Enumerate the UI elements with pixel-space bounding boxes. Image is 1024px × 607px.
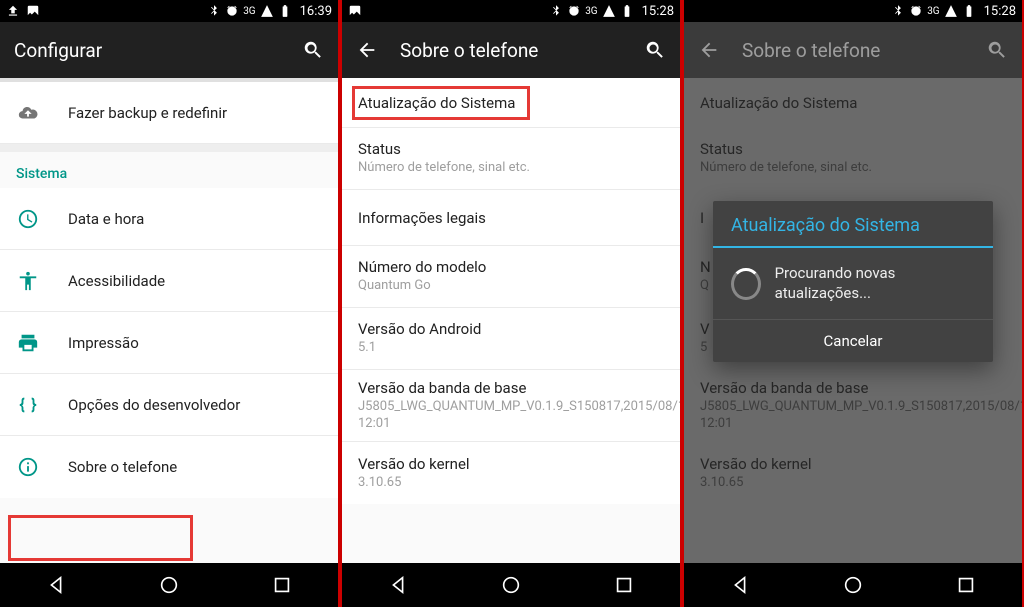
screen-about-phone: 3G 15:28 Sobre o telefone Atualização do… — [342, 0, 680, 607]
battery-icon — [620, 4, 634, 18]
clock-icon — [16, 207, 40, 231]
alarm-icon — [225, 4, 239, 18]
navigation-bar — [342, 563, 680, 607]
bluetooth-icon — [891, 4, 905, 18]
item-label: Acessibilidade — [68, 272, 165, 290]
signal-icon — [944, 4, 958, 18]
page-title: Sobre o telefone — [742, 39, 880, 62]
item-label: Status — [358, 140, 530, 158]
page-title: Sobre o telefone — [400, 39, 538, 62]
item-system-update[interactable]: Atualização do Sistema — [342, 78, 680, 128]
item-date-time[interactable]: Data e hora — [0, 188, 338, 250]
search-icon[interactable] — [302, 39, 324, 61]
bluetooth-icon — [549, 4, 563, 18]
battery-icon — [278, 4, 292, 18]
screen-settings: 3G 16:39 Configurar Fazer backup e redef… — [0, 0, 338, 607]
dialog-message: Procurando novas atualizações... — [775, 264, 975, 303]
image-icon — [26, 4, 40, 18]
clock: 15:28 — [642, 4, 674, 19]
nav-back-icon[interactable] — [368, 574, 428, 596]
status-bar: 3G 16:39 — [0, 0, 338, 22]
info-icon — [16, 455, 40, 479]
item-sublabel: Número de telefone, sinal etc. — [358, 160, 530, 177]
item-accessibility[interactable]: Acessibilidade — [0, 250, 338, 312]
item-label: Versão do Android — [358, 320, 481, 338]
item-android-version[interactable]: Versão do Android 5.1 — [342, 308, 680, 370]
nav-home-icon[interactable] — [139, 574, 199, 596]
cloud-upload-icon — [16, 101, 40, 125]
section-header-system: Sistema — [0, 152, 338, 188]
clock: 15:28 — [984, 4, 1016, 19]
item-sublabel: 5.1 — [358, 340, 481, 357]
back-arrow-icon — [698, 39, 720, 61]
item-status[interactable]: Status Número de telefone, sinal etc. — [342, 128, 680, 190]
printer-icon — [16, 331, 40, 355]
accessibility-icon — [16, 269, 40, 293]
network-3g-icon: 3G — [243, 6, 255, 17]
content-area: Fazer backup e redefinir Sistema Data e … — [0, 78, 338, 563]
app-bar: Sobre o telefone — [342, 22, 680, 78]
upload-icon — [6, 4, 20, 18]
item-label: Data e hora — [68, 210, 144, 228]
item-sublabel: Quantum Go — [358, 278, 486, 295]
item-label: Informações legais — [358, 209, 486, 227]
nav-home-icon[interactable] — [823, 574, 883, 596]
signal-icon — [260, 4, 274, 18]
highlight-box — [8, 515, 193, 561]
search-icon — [986, 39, 1008, 61]
item-label: Versão da banda de base — [358, 379, 680, 397]
screen-update-dialog: 3G 15:28 Sobre o telefone Atualização do… — [684, 0, 1022, 607]
item-legal-info[interactable]: Informações legais — [342, 190, 680, 246]
system-update-dialog: Atualização do Sistema Procurando novas … — [713, 201, 993, 362]
navigation-bar — [684, 563, 1022, 607]
image-icon — [348, 4, 362, 18]
item-model-number[interactable]: Número do modelo Quantum Go — [342, 246, 680, 308]
status-bar: 3G 15:28 — [342, 0, 680, 22]
status-bar: 3G 15:28 — [684, 0, 1022, 22]
item-about-phone[interactable]: Sobre o telefone — [0, 436, 338, 498]
page-title: Configurar — [14, 39, 102, 62]
nav-recent-icon[interactable] — [936, 574, 996, 596]
back-arrow-icon[interactable] — [356, 39, 378, 61]
item-baseband-version[interactable]: Versão da banda de base J5805_LWG_QUANTU… — [342, 370, 680, 442]
divider — [0, 144, 338, 152]
network-3g-icon: 3G — [585, 6, 597, 17]
item-developer-options[interactable]: Opções do desenvolvedor — [0, 374, 338, 436]
battery-icon — [962, 4, 976, 18]
item-sublabel: 3.10.65 — [358, 475, 470, 492]
modal-overlay: Atualização do Sistema Procurando novas … — [684, 78, 1022, 563]
nav-recent-icon[interactable] — [252, 574, 312, 596]
item-label: Impressão — [68, 334, 139, 352]
nav-home-icon[interactable] — [481, 574, 541, 596]
item-sublabel: J5805_LWG_QUANTUM_MP_V0.1.9_S150817,2015… — [358, 399, 680, 433]
signal-icon — [602, 4, 616, 18]
bluetooth-icon — [207, 4, 221, 18]
braces-icon — [16, 393, 40, 417]
dialog-title: Atualização do Sistema — [713, 201, 993, 246]
clock: 16:39 — [300, 4, 332, 19]
item-label: Atualização do Sistema — [358, 94, 515, 112]
item-backup-reset[interactable]: Fazer backup e redefinir — [0, 82, 338, 144]
spinner-icon — [731, 268, 761, 300]
item-label: Sobre o telefone — [68, 458, 177, 476]
app-bar: Configurar — [0, 22, 338, 78]
item-label: Opções do desenvolvedor — [68, 396, 240, 414]
nav-back-icon[interactable] — [26, 574, 86, 596]
item-label: Versão do kernel — [358, 455, 470, 473]
navigation-bar — [0, 563, 338, 607]
item-label: Número do modelo — [358, 258, 486, 276]
item-printing[interactable]: Impressão — [0, 312, 338, 374]
search-icon[interactable] — [644, 39, 666, 61]
nav-recent-icon[interactable] — [594, 574, 654, 596]
nav-back-icon[interactable] — [710, 574, 770, 596]
alarm-icon — [567, 4, 581, 18]
content-area: Atualização do Sistema Status Número de … — [342, 78, 680, 563]
cancel-button[interactable]: Cancelar — [713, 319, 993, 362]
network-3g-icon: 3G — [927, 6, 939, 17]
app-bar: Sobre o telefone — [684, 22, 1022, 78]
content-area: Atualização do Sistema Status Número de … — [684, 78, 1022, 563]
alarm-icon — [909, 4, 923, 18]
item-label: Fazer backup e redefinir — [68, 104, 227, 122]
item-kernel-version[interactable]: Versão do kernel 3.10.65 — [342, 442, 680, 504]
